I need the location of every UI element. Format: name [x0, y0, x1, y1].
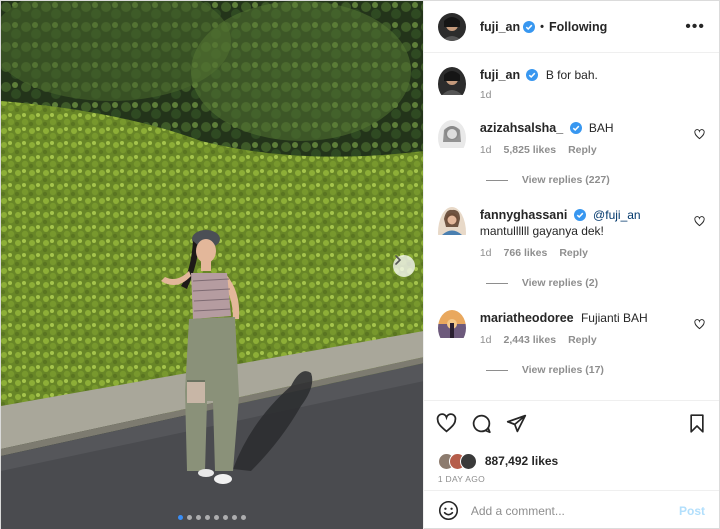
comment-username[interactable]: mariatheodoree — [480, 311, 574, 325]
next-photo-button[interactable] — [393, 255, 415, 277]
view-replies-label: View replies (227) — [521, 174, 610, 186]
carousel-dot — [231, 515, 237, 520]
comment-likes[interactable]: 2,443 likes — [504, 334, 557, 346]
commenter-avatar[interactable] — [437, 120, 466, 156]
comment-button[interactable] — [471, 413, 492, 434]
more-horizontal-icon[interactable]: ••• — [685, 18, 705, 36]
chevron-right-icon — [395, 255, 402, 265]
comment-composer: Post — [423, 490, 719, 529]
comment-mention[interactable]: @fuji_an — [593, 208, 641, 222]
commenter-avatar[interactable] — [437, 207, 466, 259]
author-avatar[interactable] — [437, 12, 466, 41]
bookmark-icon — [690, 414, 704, 433]
carousel-dot — [240, 515, 246, 520]
replies-divider — [485, 282, 508, 284]
view-replies-button[interactable]: View replies (17) — [485, 364, 705, 376]
view-replies-label: View replies (17) — [521, 364, 604, 376]
comment-age: 1d — [479, 334, 492, 346]
header-separator: • — [540, 20, 544, 33]
comment-text: mantullllll gayanya dek! — [479, 224, 604, 238]
like-button[interactable] — [436, 413, 457, 434]
comment-input[interactable] — [470, 503, 679, 518]
heart-icon — [436, 413, 457, 433]
comment-likes[interactable]: 5,825 likes — [504, 144, 557, 156]
reply-button[interactable]: Reply — [559, 247, 588, 259]
action-bar — [423, 400, 719, 446]
comment-username[interactable]: fannyghassani — [480, 208, 568, 222]
view-replies-label: View replies (2) — [521, 277, 599, 289]
replies-divider — [485, 179, 508, 181]
comment-age: 1d — [479, 247, 492, 259]
caption-text: B for bah. — [545, 68, 598, 82]
replies-divider — [485, 369, 508, 371]
reply-button[interactable]: Reply — [568, 144, 597, 156]
post-modal: fuji_an • Following ••• fuji_an B for ba… — [0, 0, 720, 529]
post-comment-button[interactable]: Post — [679, 504, 705, 518]
view-replies-button[interactable]: View replies (2) — [485, 277, 705, 289]
carousel-dot — [204, 515, 210, 520]
heart-icon[interactable] — [694, 129, 705, 140]
smiley-icon[interactable] — [438, 500, 459, 521]
carousel-dot — [213, 515, 219, 520]
post-sidebar: fuji_an • Following ••• fuji_an B for ba… — [422, 1, 719, 529]
post-header: fuji_an • Following ••• — [423, 1, 719, 53]
post-photo[interactable] — [1, 1, 423, 529]
heart-icon[interactable] — [694, 319, 705, 330]
comment-text: BAH — [588, 121, 614, 135]
commenter-avatar[interactable] — [437, 310, 466, 346]
caption: fuji_an B for bah. 1d — [437, 67, 705, 101]
reply-button[interactable]: Reply — [568, 334, 597, 346]
heart-icon[interactable] — [694, 216, 705, 227]
carousel-dot — [195, 515, 201, 520]
carousel-indicator — [1, 515, 423, 520]
view-replies-button[interactable]: View replies (227) — [485, 174, 705, 186]
comment-icon — [472, 414, 491, 434]
verified-badge-icon — [569, 122, 582, 134]
likes-summary: 887,492 likes — [424, 446, 719, 470]
comment-likes[interactable]: 766 likes — [504, 247, 548, 259]
caption-username[interactable]: fuji_an — [480, 68, 520, 82]
comment-text: Fujianti BAH — [580, 311, 648, 325]
verified-badge-icon — [526, 69, 539, 81]
comment-item: azizahsalsha_ BAH 1d 5,825 likes Reply — [437, 120, 705, 156]
author-username[interactable]: fuji_an — [480, 20, 520, 34]
comment-list: fuji_an B for bah. 1d azizahsalsha_ BAH … — [424, 53, 719, 400]
carousel-dot — [186, 515, 192, 520]
comment-item: mariatheodoree Fujianti BAH 1d 2,443 lik… — [437, 310, 705, 346]
liker-avatars — [437, 452, 477, 470]
comment-username[interactable]: azizahsalsha_ — [480, 121, 563, 135]
share-button[interactable] — [506, 413, 527, 434]
likes-count[interactable]: 887,492 likes — [485, 454, 558, 468]
verified-badge-icon — [523, 20, 536, 33]
carousel-dot — [177, 515, 183, 520]
caption-age: 1d — [479, 89, 492, 101]
save-button[interactable] — [687, 413, 707, 434]
post-timestamp: 1 DAY AGO — [437, 474, 486, 484]
carousel-dot — [222, 515, 228, 520]
verified-badge-icon — [573, 209, 586, 221]
following-button[interactable]: Following — [549, 20, 607, 34]
send-icon — [506, 414, 526, 433]
comment-item: fannyghassani @fuji_an mantullllll gayan… — [437, 207, 705, 259]
author-avatar[interactable] — [437, 67, 466, 101]
liker-avatar[interactable] — [459, 452, 477, 470]
photo-illustration — [1, 1, 423, 529]
comment-age: 1d — [479, 144, 492, 156]
